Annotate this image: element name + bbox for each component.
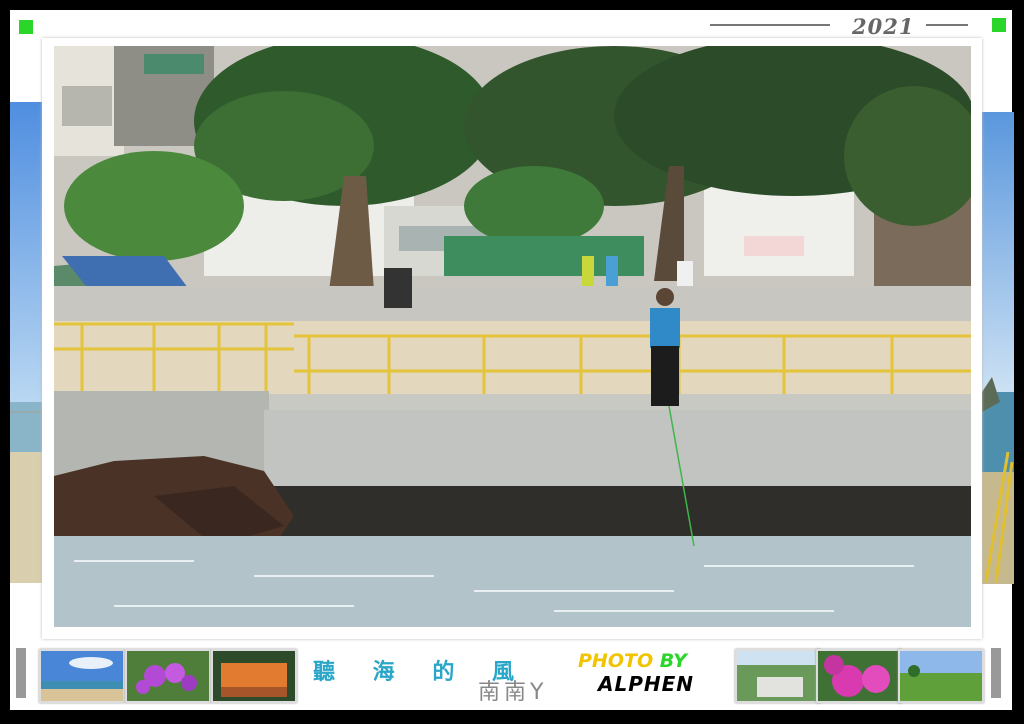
- footer-bar: 聽 海 的 風 南南Y PHOTO BY ALPHEN: [10, 640, 1012, 710]
- left-side-strip: [10, 102, 42, 583]
- main-photo-frame: [42, 38, 982, 639]
- year-rule-left: [710, 24, 830, 26]
- thumbnail-bougainvillea: [816, 649, 902, 703]
- thumbnail-beach: [39, 649, 125, 703]
- photo-credit-label: PHOTO BY: [578, 650, 687, 672]
- photo-credit-word: PHOTO: [578, 650, 654, 672]
- corner-marker-right: [992, 18, 1006, 32]
- year-label: 2021: [852, 14, 915, 39]
- thumbnail-orange-sign: [211, 649, 297, 703]
- right-side-strip: [982, 112, 1014, 584]
- photo-credit-by: BY: [659, 650, 687, 672]
- thumbnail-purple-flowers: [125, 649, 211, 703]
- photographer-name: ALPHEN: [598, 672, 695, 696]
- main-photo: [54, 46, 971, 627]
- thumbnail-green-field: [898, 649, 984, 703]
- author-signature: 南南Y: [478, 680, 548, 705]
- footer-pillar-left: [16, 648, 26, 698]
- year-rule-right: [926, 24, 968, 26]
- thumbnail-garden-path: [735, 649, 821, 703]
- corner-marker-left: [19, 20, 33, 34]
- footer-pillar-right: [991, 648, 1001, 698]
